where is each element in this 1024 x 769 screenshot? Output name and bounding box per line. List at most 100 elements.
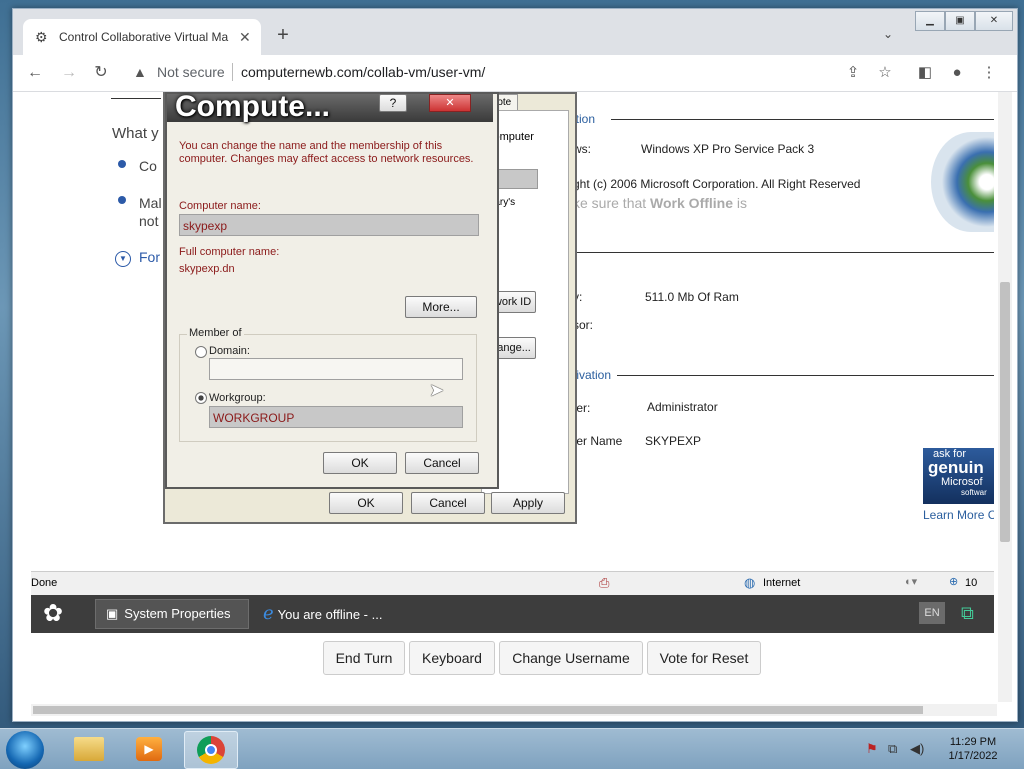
- taskbar-item-label: You are offline - ...: [277, 607, 383, 622]
- taskbar-item-ie[interactable]: ℯ You are offline - ...: [263, 599, 382, 627]
- zone-text: Internet: [763, 577, 801, 589]
- vote-reset-button[interactable]: Vote for Reset: [647, 641, 761, 675]
- maximize-button[interactable]: ▣: [945, 11, 975, 31]
- learn-more-link[interactable]: Learn More C: [923, 508, 994, 522]
- notification-flag-icon[interactable]: ⚑: [866, 741, 878, 757]
- sysprop-apply-button[interactable]: Apply: [491, 492, 565, 514]
- tab-title: Control Collaborative Virtual Ma: [59, 30, 229, 44]
- copyright-text: ght (c) 2006 Microsoft Corporation. All …: [573, 177, 861, 191]
- workgroup-label: Workgroup:: [209, 392, 266, 404]
- profile-icon[interactable]: ●: [947, 63, 967, 83]
- taskbar-item-label: System Properties: [124, 606, 231, 621]
- protected-mode-icon[interactable]: ◐▾: [905, 575, 917, 588]
- sysprop-cancel-button[interactable]: Cancel: [411, 492, 485, 514]
- dialog-intro: You can change the name and the membersh…: [179, 140, 474, 165]
- tab-search-chevron-icon[interactable]: ⌄: [883, 27, 899, 43]
- vm-screen[interactable]: What y Co Mal not ▼ For ition ws: Window…: [31, 92, 994, 635]
- volume-icon[interactable]: ◀): [910, 741, 924, 757]
- media-player-taskbar-icon[interactable]: ▶: [124, 731, 176, 767]
- computer-name-value: SKYPEXP: [645, 434, 702, 448]
- computer-name-input[interactable]: skypexp: [179, 214, 479, 236]
- printer-icon: ⎙: [599, 575, 610, 590]
- start-orb-icon[interactable]: [6, 731, 44, 769]
- close-window-button[interactable]: ✕: [975, 11, 1013, 31]
- help-button[interactable]: ?: [379, 94, 407, 112]
- network-icon[interactable]: ⧉: [888, 741, 897, 757]
- reload-icon[interactable]: ↻: [91, 63, 111, 83]
- vertical-scroll-thumb[interactable]: [1000, 282, 1010, 542]
- workgroup-input[interactable]: WORKGROUP: [209, 406, 463, 428]
- windows-logo-icon: [931, 132, 994, 232]
- horizontal-scroll-thumb[interactable]: [33, 706, 923, 714]
- genuine-badge[interactable]: ask for genuin Microsof softwar: [923, 448, 994, 504]
- section-heading: tivation: [573, 368, 612, 382]
- bookmark-star-icon[interactable]: ☆: [875, 63, 895, 83]
- domain-radio[interactable]: [195, 346, 207, 358]
- more-button[interactable]: More...: [405, 296, 477, 318]
- divider: [111, 98, 161, 99]
- warning-icon[interactable]: ▲: [133, 64, 149, 80]
- bg-text: Co: [139, 158, 157, 174]
- clock-date: 1/17/2022: [948, 750, 998, 762]
- domain-input[interactable]: [209, 358, 463, 380]
- divider: [617, 375, 994, 376]
- address-bar[interactable]: computernewb.com/collab-vm/user-vm/: [241, 64, 485, 80]
- chrome-taskbar-icon[interactable]: [184, 731, 238, 769]
- dialog-title: Compute...: [175, 92, 330, 123]
- minimize-button[interactable]: ▁: [915, 11, 945, 31]
- dialog-ok-button[interactable]: OK: [323, 452, 397, 474]
- chrome-icon: [197, 736, 225, 764]
- globe-icon: ◍: [744, 575, 756, 590]
- memory-value: 511.0 Mb Of Ram: [645, 290, 739, 304]
- divider: [611, 119, 994, 120]
- bg-link[interactable]: For: [139, 249, 160, 265]
- omnibox-divider: [232, 63, 233, 81]
- clock-time: 11:29 PM: [949, 736, 997, 748]
- taskbar-item-system-properties[interactable]: ▣ System Properties: [95, 599, 249, 629]
- system-clock[interactable]: 11:29 PM 1/17/2022: [930, 735, 1016, 763]
- offline-hint-b: is: [733, 195, 748, 211]
- explorer-taskbar-icon[interactable]: [64, 731, 116, 767]
- zoom-icon[interactable]: ⊕: [949, 575, 958, 588]
- full-name-label: Full computer name:: [179, 246, 280, 258]
- member-of-label: Member of: [187, 327, 244, 340]
- menu-kebab-icon[interactable]: ⋮: [979, 63, 999, 83]
- status-text: Done: [31, 577, 58, 589]
- not-secure-label[interactable]: Not secure: [157, 64, 225, 80]
- divider: [573, 252, 994, 253]
- browser-window: ⚙ Control Collaborative Virtual Ma ✕ + ⌄…: [12, 8, 1018, 722]
- zoom-value[interactable]: 10: [965, 577, 977, 589]
- browser-tab[interactable]: ⚙ Control Collaborative Virtual Ma ✕: [23, 19, 261, 55]
- side-panel-icon[interactable]: ◧: [915, 63, 935, 83]
- tab-bar: ⚙ Control Collaborative Virtual Ma ✕ + ⌄…: [13, 9, 1017, 55]
- genuine-line: softwar: [961, 488, 987, 497]
- page-content: What y Co Mal not ▼ For ition ws: Window…: [13, 92, 1017, 721]
- dialog-close-button[interactable]: ✕: [429, 94, 471, 112]
- xp-taskbar: ✿ ▣ System Properties ℯ You are offline - …: [31, 595, 994, 633]
- tab-close-icon[interactable]: ✕: [239, 29, 251, 46]
- sysprop-ok-button[interactable]: OK: [329, 492, 403, 514]
- change-username-button[interactable]: Change Username: [499, 641, 643, 675]
- expand-icon[interactable]: ▼: [115, 251, 131, 267]
- share-icon[interactable]: ⇪: [843, 63, 863, 83]
- keyboard-button[interactable]: Keyboard: [409, 641, 495, 675]
- language-indicator[interactable]: EN: [919, 602, 945, 624]
- bullet-icon: [118, 196, 126, 204]
- offline-hint: ke sure that Work Offline is: [573, 195, 747, 211]
- full-name-value: skypexp.dn: [179, 263, 235, 275]
- workgroup-radio[interactable]: [195, 392, 207, 404]
- genuine-line: Microsof: [941, 476, 983, 488]
- network-tray-icon[interactable]: ⧉: [961, 601, 974, 625]
- offline-hint-bold: Work Offline: [650, 195, 734, 211]
- forward-icon[interactable]: →: [59, 63, 79, 83]
- windows-version: Windows XP Pro Service Pack 3: [641, 142, 815, 156]
- back-icon[interactable]: ←: [25, 63, 45, 83]
- dialog-cancel-button[interactable]: Cancel: [405, 452, 479, 474]
- new-tab-button[interactable]: +: [271, 23, 295, 47]
- field-label: ter Name: [573, 434, 623, 448]
- xp-start-icon[interactable]: ✿: [43, 601, 63, 627]
- user-value: Administrator: [647, 400, 718, 414]
- folder-icon: [74, 737, 104, 761]
- end-turn-button[interactable]: End Turn: [323, 641, 405, 675]
- browser-toolbar: ← → ↻ ▲ Not secure computernewb.com/coll…: [13, 55, 1017, 92]
